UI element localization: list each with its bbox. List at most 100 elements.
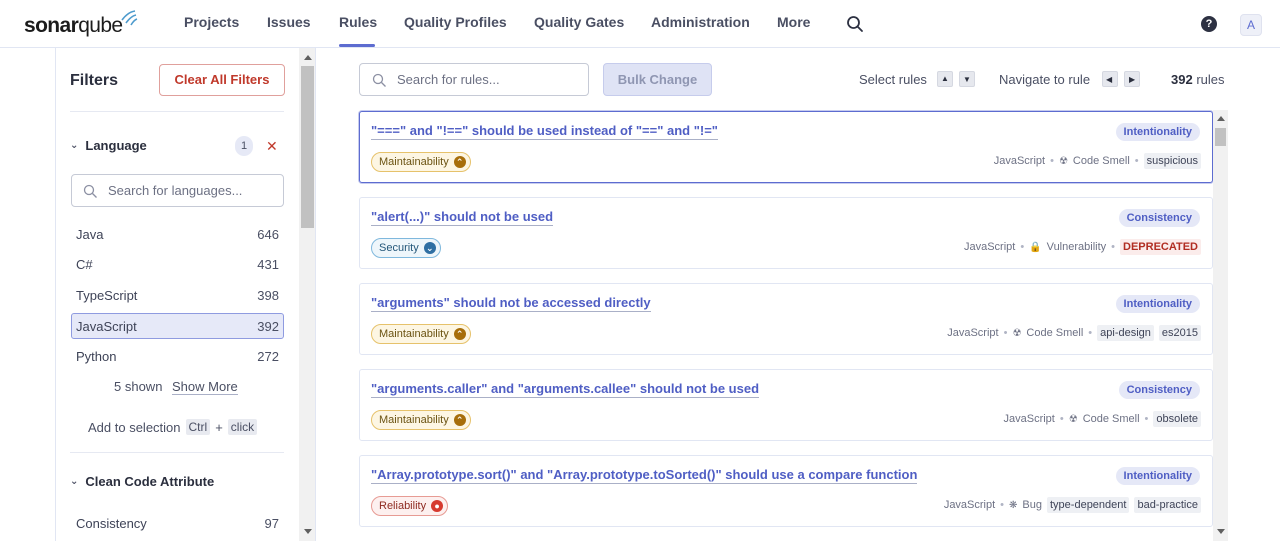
severity-icon: ⌃ (453, 328, 466, 340)
nav-projects[interactable]: Projects (184, 14, 239, 30)
shown-count: 5 shown (114, 379, 163, 394)
caret-right-icon: ▶ (1129, 75, 1136, 84)
language-search-input[interactable]: Search for languages... (71, 174, 284, 207)
facet-item-javascript[interactable]: JavaScript 392 (71, 313, 284, 339)
avatar[interactable]: A (1240, 14, 1262, 36)
rule-tag: bad-practice (1134, 497, 1201, 513)
active-tab-indicator (339, 44, 375, 47)
rule-title-link[interactable]: "===" and "!==" should be used instead o… (371, 123, 718, 140)
rule-title-link[interactable]: "alert(...)" should not be used (371, 209, 554, 226)
rule-tag: es2015 (1158, 325, 1201, 341)
language-selected-count: 1 (235, 136, 253, 156)
rule-meta: JavaScript • ☢ Code Smell • api-design es2… (947, 325, 1201, 341)
clean-code-attribute-badge: Intentionality (1115, 123, 1200, 141)
rules-scrollbar[interactable] (1213, 110, 1228, 541)
software-quality-pill: Security ⌄ (371, 238, 441, 258)
code-smell-icon: ☢ (1068, 413, 1078, 425)
rules-total: 392 rules (1171, 72, 1225, 87)
logo-waves-icon (121, 10, 138, 26)
select-rules-label: Select rules (859, 72, 927, 87)
sidebar-scroll-thumb[interactable] (301, 66, 314, 228)
search-rules-input[interactable]: Search for rules... (359, 63, 589, 96)
rule-meta: JavaScript • 🔒 Vulnerability • DEPRECATED (964, 239, 1201, 255)
rule-meta: JavaScript • ☢ Code Smell • obsolete (1004, 411, 1201, 427)
chevron-down-icon: ⌄ (70, 476, 79, 487)
search-icon[interactable] (846, 15, 864, 33)
navigate-to-rule-label: Navigate to rule (999, 72, 1091, 87)
divider (70, 111, 284, 112)
nav-issues[interactable]: Issues (267, 14, 311, 30)
rule-card[interactable]: "===" and "!==" should be used instead o… (359, 111, 1213, 183)
severity-icon: ⌄ (423, 242, 436, 254)
caret-up-icon: ▲ (941, 74, 949, 83)
clear-language-icon[interactable]: ✕ (266, 138, 278, 155)
scroll-down-icon[interactable] (304, 529, 312, 534)
search-rules-placeholder: Search for rules... (397, 72, 500, 87)
rule-meta: JavaScript • ☢ Code Smell • suspicious (994, 153, 1201, 169)
divider (70, 452, 284, 453)
clean-code-facet-header[interactable]: ⌄ Clean Code Attribute (70, 474, 214, 489)
clean-code-attribute-badge: Consistency (1118, 381, 1200, 399)
kbd-click: click (227, 419, 258, 435)
language-facet-header[interactable]: ⌄ Language (70, 138, 147, 153)
show-more-link[interactable]: Show More (172, 379, 238, 395)
help-icon[interactable]: ? (1201, 16, 1217, 32)
nav-quality-profiles[interactable]: Quality Profiles (404, 14, 507, 30)
search-icon (83, 184, 97, 198)
select-prev-button[interactable]: ▲ (937, 71, 953, 87)
facet-item-java[interactable]: Java 646 (71, 221, 284, 247)
navigate-prev-button[interactable]: ◀ (1102, 71, 1118, 87)
sidebar-scrollbar[interactable] (299, 48, 316, 541)
language-search-placeholder: Search for languages... (108, 183, 243, 198)
rule-title-link[interactable]: "Array.prototype.sort()" and "Array.prot… (371, 467, 918, 484)
caret-down-icon: ▼ (963, 75, 971, 84)
code-smell-icon: ☢ (1058, 155, 1068, 167)
add-to-selection-hint: Add to selection Ctrl + click (88, 419, 258, 435)
filters-sidebar: Filters Clear All Filters ⌄ Language 1 ✕… (55, 48, 299, 541)
code-smell-icon: ☢ (1012, 327, 1022, 339)
rule-card[interactable]: "arguments" should not be accessed direc… (359, 283, 1213, 355)
rule-tag: api-design (1097, 325, 1154, 341)
top-navigation: sonar qube Projects Issues Rules Quality … (0, 0, 1280, 48)
scroll-up-icon[interactable] (1217, 116, 1225, 121)
software-quality-pill: Maintainability ⌃ (371, 410, 471, 430)
bug-icon: ❋ (1009, 499, 1018, 511)
clean-code-attribute-badge: Consistency (1118, 209, 1200, 227)
sonarqube-logo[interactable]: sonar qube (24, 10, 138, 38)
rule-card[interactable]: "arguments.caller" and "arguments.callee… (359, 369, 1213, 441)
rule-title-link[interactable]: "arguments" should not be accessed direc… (371, 295, 651, 312)
chevron-down-icon: ⌄ (70, 140, 79, 151)
caret-left-icon: ◀ (1106, 75, 1113, 84)
bulk-change-button[interactable]: Bulk Change (603, 63, 712, 96)
rule-meta: JavaScript • ❋ Bug type-dependent bad-pra… (944, 497, 1201, 513)
rule-tag: obsolete (1153, 411, 1201, 427)
severity-icon: ⌃ (453, 156, 466, 168)
clear-all-filters-button[interactable]: Clear All Filters (159, 64, 285, 96)
severity-icon: ⌃ (453, 414, 466, 426)
nav-more[interactable]: More (777, 14, 810, 30)
navigate-next-button[interactable]: ▶ (1124, 71, 1140, 87)
nav-administration[interactable]: Administration (651, 14, 750, 30)
kbd-ctrl: Ctrl (185, 419, 211, 435)
nav-quality-gates[interactable]: Quality Gates (534, 14, 624, 30)
facet-item-consistency[interactable]: Consistency 97 (71, 510, 284, 536)
rule-title-link[interactable]: "arguments.caller" and "arguments.callee… (371, 381, 760, 398)
rule-card[interactable]: "alert(...)" should not be used Consiste… (359, 197, 1213, 269)
severity-icon: ● (431, 500, 444, 512)
clean-code-attribute-badge: Intentionality (1115, 467, 1200, 485)
software-quality-pill: Maintainability ⌃ (371, 324, 471, 344)
scroll-up-icon[interactable] (304, 55, 312, 60)
clean-code-attribute-badge: Intentionality (1115, 295, 1200, 313)
select-next-button[interactable]: ▼ (959, 71, 975, 87)
facet-item-typescript[interactable]: TypeScript 398 (71, 282, 284, 308)
deprecated-tag: DEPRECATED (1120, 239, 1201, 255)
nav-rules[interactable]: Rules (339, 14, 377, 30)
facet-item-python[interactable]: Python 272 (71, 343, 284, 369)
rule-tag: type-dependent (1047, 497, 1130, 513)
search-icon (372, 73, 386, 87)
scroll-down-icon[interactable] (1217, 529, 1225, 534)
facet-item-csharp[interactable]: C# 431 (71, 251, 284, 277)
rules-scroll-thumb[interactable] (1215, 128, 1226, 146)
rule-card[interactable]: "Array.prototype.sort()" and "Array.prot… (359, 455, 1213, 527)
lock-icon: 🔒 (1029, 241, 1042, 253)
